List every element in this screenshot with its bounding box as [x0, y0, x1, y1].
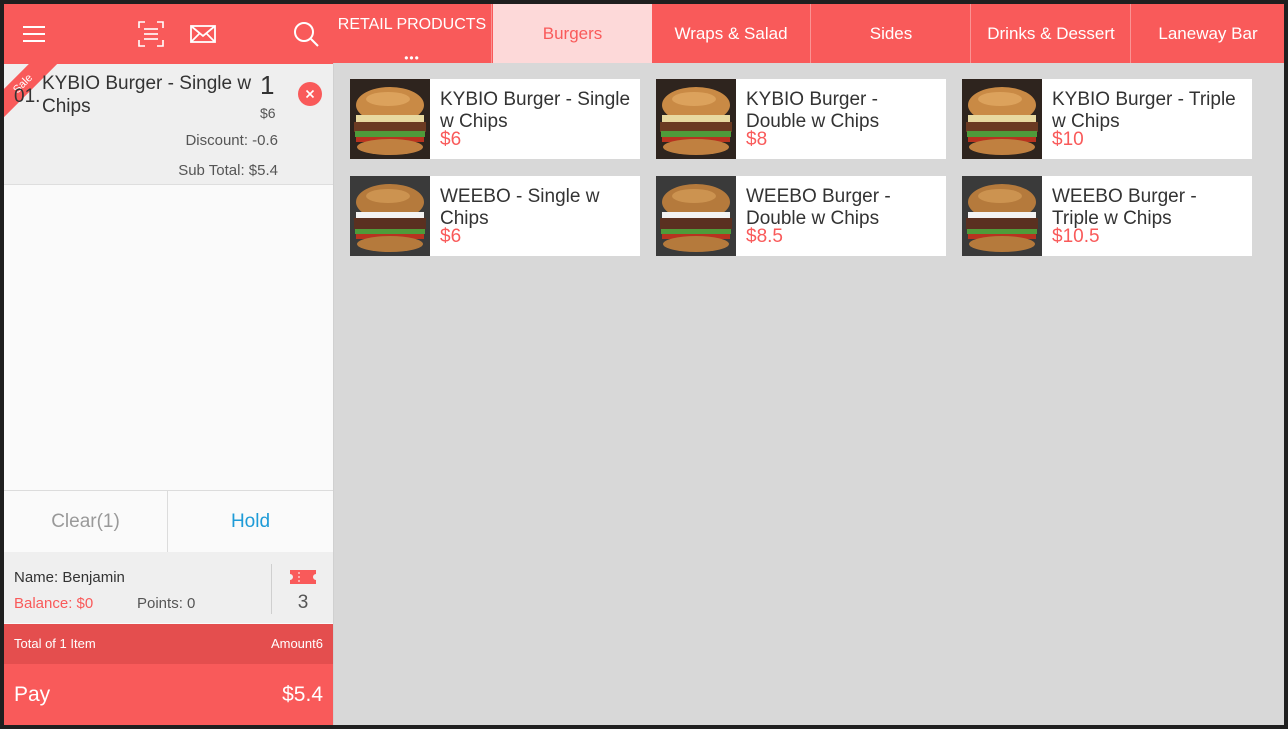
burger-image	[656, 79, 736, 159]
mail-icon[interactable]	[189, 20, 217, 48]
product-price: $10.5	[1052, 226, 1100, 247]
member-balance: Balance: $0	[14, 595, 94, 612]
item-discount: Discount: -0.6	[185, 132, 278, 149]
tab-retail-products[interactable]: RETAIL PRODUCTS •••	[333, 4, 492, 65]
product-price: $6	[440, 129, 462, 150]
product-name: WEEBO - Single w Chips	[440, 186, 600, 229]
coupon-count[interactable]: 3	[272, 592, 334, 614]
burger-image	[350, 79, 430, 159]
total-bar: Total of 1 Item Amount6	[4, 624, 333, 664]
product-card[interactable]: WEEBO Burger - Double w Chips $8.5	[656, 176, 946, 256]
tab-sides[interactable]: Sides	[812, 4, 971, 63]
search-icon[interactable]	[292, 20, 320, 48]
product-price: $6	[440, 226, 462, 247]
product-name: KYBIO Burger - Single w Chips	[440, 89, 631, 132]
product-price: $10	[1052, 129, 1084, 150]
tab-burgers[interactable]: Burgers	[493, 4, 652, 63]
product-name: KYBIO Burger - Double w Chips	[746, 89, 880, 132]
order-toolbar	[4, 4, 333, 64]
burger-image	[350, 176, 430, 256]
order-actions: Clear(1) Hold	[4, 490, 333, 552]
member-points: Points: 0	[137, 595, 196, 612]
cart-line-item[interactable]: Sale 01. KYBIO Burger - Single w Chips 1…	[4, 64, 333, 185]
tab-drinks-dessert[interactable]: Drinks & Dessert	[972, 4, 1131, 63]
item-index: 01.	[14, 86, 41, 107]
item-price: $6	[260, 105, 276, 121]
order-panel: Sale 01. KYBIO Burger - Single w Chips 1…	[4, 4, 334, 725]
product-name: KYBIO Burger - Triple w Chips	[1052, 89, 1236, 132]
tab-wraps-salad[interactable]: Wraps & Salad	[652, 4, 811, 63]
pay-amount: $5.4	[282, 683, 323, 706]
pos-window: Sale 01. KYBIO Burger - Single w Chips 1…	[4, 4, 1284, 725]
category-tabs: RETAIL PRODUCTS ••• Burgers Wraps & Sala…	[333, 4, 1284, 65]
total-items-label: Total of 1 Item	[14, 636, 96, 651]
product-card[interactable]: KYBIO Burger - Triple w Chips $10	[962, 79, 1252, 159]
product-card[interactable]: KYBIO Burger - Single w Chips $6	[350, 79, 640, 159]
product-card[interactable]: KYBIO Burger - Double w Chips $8	[656, 79, 946, 159]
burger-image	[962, 176, 1042, 256]
pay-button[interactable]: Pay $5.4	[4, 664, 333, 725]
remove-item-button[interactable]	[298, 82, 322, 106]
hold-button[interactable]: Hold	[168, 491, 333, 552]
product-price: $8.5	[746, 226, 783, 247]
member-info[interactable]: Name: Benjamin Balance: $0 Points: 0 3	[4, 552, 333, 623]
total-amount: Amount6	[270, 636, 323, 651]
clear-button[interactable]: Clear(1)	[4, 491, 168, 552]
close-icon	[305, 89, 315, 99]
tab-laneway-bar[interactable]: Laneway Bar	[1132, 4, 1284, 63]
coupon-icon[interactable]	[290, 570, 316, 584]
item-subtotal: Sub Total: $5.4	[178, 162, 278, 179]
pay-label: Pay	[14, 683, 51, 706]
burger-image	[656, 176, 736, 256]
product-card[interactable]: WEEBO - Single w Chips $6	[350, 176, 640, 256]
product-name: WEEBO Burger - Triple w Chips	[1052, 186, 1197, 229]
item-quantity[interactable]: 1	[260, 70, 274, 101]
menu-icon[interactable]	[20, 20, 48, 48]
tab-label: RETAIL PRODUCTS	[337, 16, 487, 33]
member-name: Name: Benjamin	[14, 569, 125, 586]
product-price: $8	[746, 129, 768, 150]
more-icon: •••	[404, 51, 420, 65]
product-card[interactable]: WEEBO Burger - Triple w Chips $10.5	[962, 176, 1252, 256]
scan-icon[interactable]	[137, 20, 165, 48]
product-name: WEEBO Burger - Double w Chips	[746, 186, 891, 229]
burger-image	[962, 79, 1042, 159]
item-name: KYBIO Burger - Single w Chips	[42, 73, 252, 117]
